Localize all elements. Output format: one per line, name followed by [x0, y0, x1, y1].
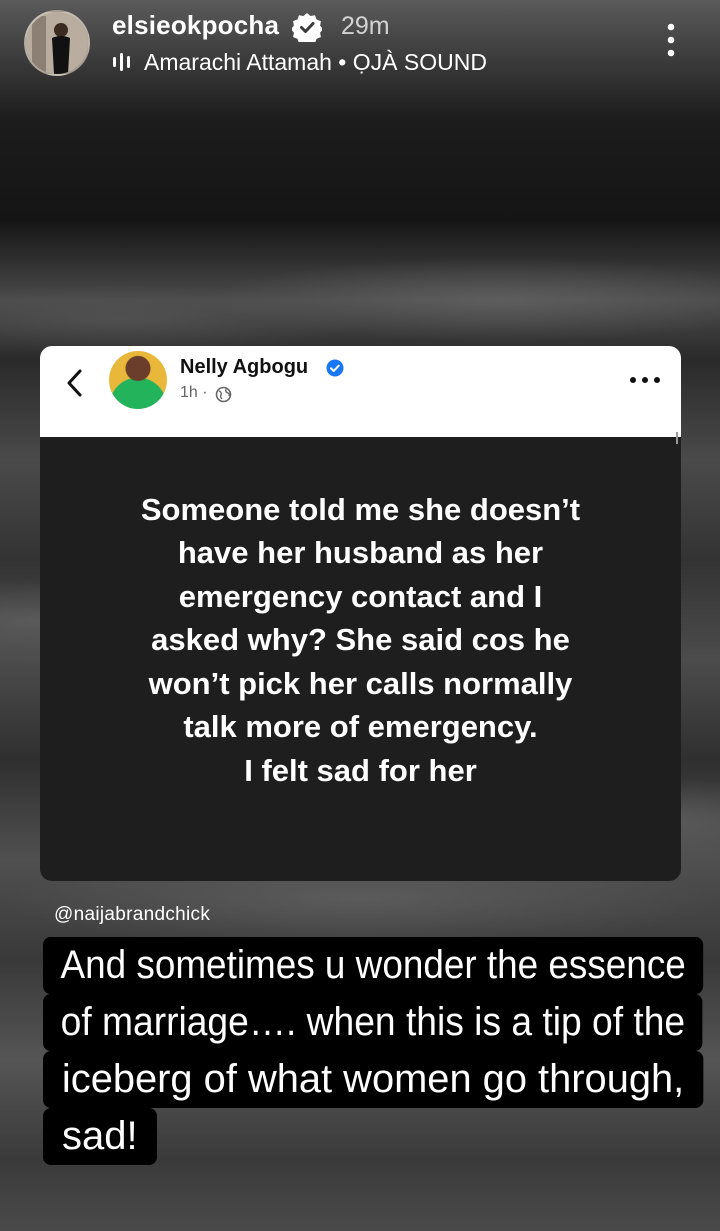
- caption-line: iceberg of what women go through,: [43, 1051, 704, 1108]
- post-more-icon: [630, 377, 660, 383]
- story-caption: And sometimes u wonder the essence of ma…: [43, 937, 705, 1165]
- post-text-line: Someone told me she doesn’t: [140, 491, 581, 527]
- post-text-line: won’t pick her calls normally: [148, 665, 573, 701]
- more-options-icon[interactable]: [664, 22, 678, 58]
- caption-line: sad!: [43, 1108, 157, 1165]
- post-text-line: emergency contact and I: [178, 578, 543, 614]
- post-author-name: Nelly Agbogu: [180, 356, 309, 378]
- shared-post-card: Nelly Agbogu 1h · Someone told me she do…: [40, 346, 681, 881]
- music-attribution[interactable]: Amarachi Attamah • ỌJÀ SOUND: [144, 49, 487, 76]
- post-header: Nelly Agbogu 1h ·: [40, 346, 681, 437]
- post-text: Someone told me she doesn’t have her hus…: [81, 488, 641, 793]
- avatar-photo: [26, 12, 88, 74]
- post-verified-icon: [326, 359, 344, 377]
- post-text-line: talk more of emergency.: [183, 709, 538, 745]
- story-username[interactable]: elsieokpocha: [112, 10, 279, 41]
- globe-icon: [215, 386, 232, 403]
- mention-sticker[interactable]: @naijabrandchick: [54, 904, 210, 926]
- post-author-avatar: [109, 351, 167, 409]
- post-time: 1h ·: [180, 384, 208, 401]
- caption-line: of marriage…. when this is a tip of the: [43, 994, 703, 1051]
- caption-line: And sometimes u wonder the essence: [43, 937, 704, 994]
- post-text-line: asked why? She said cos he: [151, 622, 570, 658]
- post-content: Someone told me she doesn’t have her hus…: [40, 437, 681, 881]
- back-chevron-icon: [67, 369, 82, 397]
- story-header: elsieokpocha 29m Amarachi Attamah • ỌJÀ …: [0, 0, 720, 90]
- post-text-line: I felt sad for her: [244, 752, 477, 788]
- audio-bars-icon: [113, 53, 130, 71]
- profile-avatar[interactable]: [24, 10, 90, 76]
- story-time: 29m: [341, 12, 390, 40]
- post-text-line: have her husband as her: [177, 535, 544, 571]
- verified-badge-icon: [292, 13, 322, 42]
